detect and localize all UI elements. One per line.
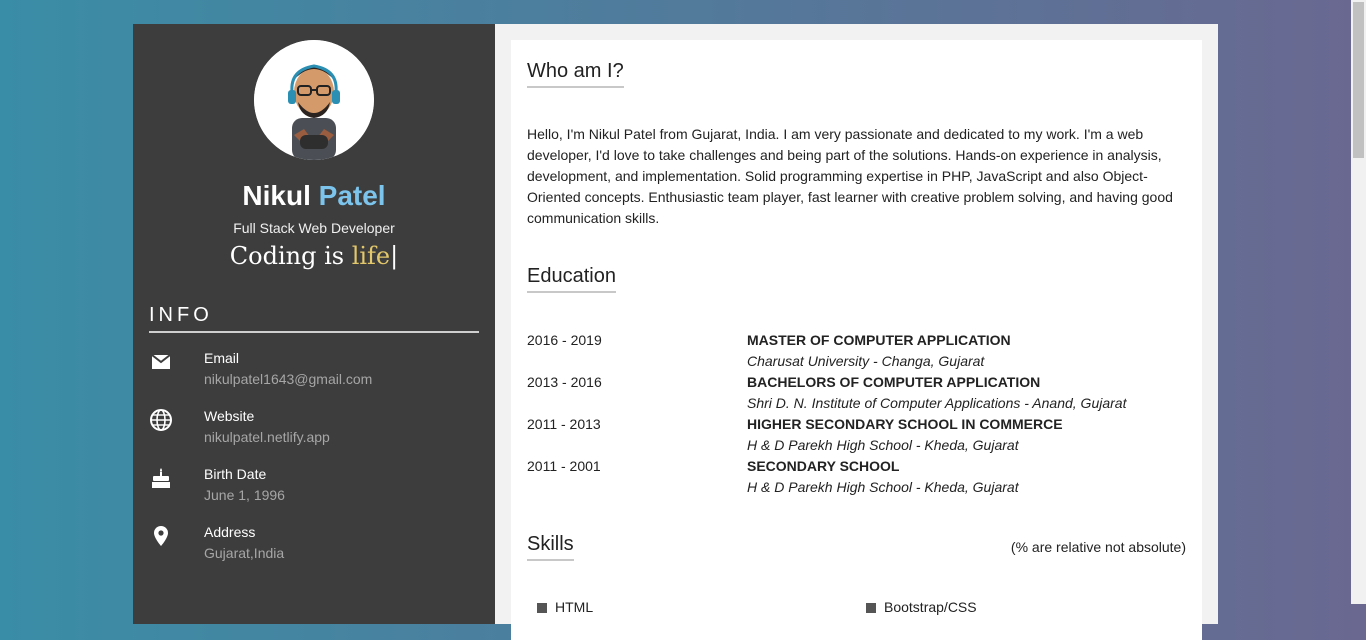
education-years: 2013 - 2016 xyxy=(527,374,602,390)
globe-icon xyxy=(150,409,172,431)
profile-role: Full Stack Web Developer xyxy=(233,220,395,236)
info-value: June 1, 1996 xyxy=(204,487,285,503)
info-item-email: Email nikulpatel1643@gmail.com xyxy=(149,348,479,392)
info-value[interactable]: nikulpatel1643@gmail.com xyxy=(204,371,372,387)
education-row: 2013 - 2016 BACHELORS OF COMPUTER APPLIC… xyxy=(527,374,1185,416)
skills-heading: Skills xyxy=(527,533,574,561)
resume-page: Nikul Patel Full Stack Web Developer Cod… xyxy=(133,24,1218,640)
education-degree: HIGHER SECONDARY SCHOOL IN COMMERCE xyxy=(747,416,1063,432)
typed-prefix: Coding is xyxy=(229,242,352,270)
skill-label: HTML xyxy=(555,599,594,615)
skill-item: Bootstrap/CSS xyxy=(866,599,977,615)
cake-icon xyxy=(152,468,170,488)
education-degree: MASTER OF COMPUTER APPLICATION xyxy=(747,332,1011,348)
education-row: 2011 - 2013 HIGHER SECONDARY SCHOOL IN C… xyxy=(527,416,1185,458)
education-years: 2011 - 2001 xyxy=(527,458,601,474)
skill-marker-icon xyxy=(866,603,876,614)
main-content: Who am I? Hello, I'm Nikul Patel from Gu… xyxy=(511,40,1202,640)
info-label: Birth Date xyxy=(204,466,267,482)
education-row: 2011 - 2001 SECONDARY SCHOOL H & D Parek… xyxy=(527,458,1185,500)
info-heading: INFO xyxy=(149,304,479,333)
info-value[interactable]: nikulpatel.netlify.app xyxy=(204,429,330,445)
education-school: H & D Parekh High School - Kheda, Gujara… xyxy=(747,437,1019,453)
email-icon xyxy=(151,354,171,369)
education-heading: Education xyxy=(527,265,616,293)
info-item-birth-date: Birth Date June 1, 1996 xyxy=(149,464,479,508)
info-item-website: Website nikulpatel.netlify.app xyxy=(149,406,479,450)
profile-name: Nikul Patel xyxy=(133,180,495,212)
info-label: Email xyxy=(204,350,240,366)
education-degree: SECONDARY SCHOOL xyxy=(747,458,900,474)
education-years: 2016 - 2019 xyxy=(527,332,602,348)
typed-tagline: Coding is life| xyxy=(133,242,495,270)
about-heading: Who am I? xyxy=(527,60,624,88)
skill-item: HTML xyxy=(537,599,593,615)
education-school: H & D Parekh High School - Kheda, Gujara… xyxy=(747,479,1019,495)
skill-label: Bootstrap/CSS xyxy=(884,599,977,615)
typing-cursor: | xyxy=(390,242,399,270)
location-pin-icon xyxy=(154,526,168,546)
info-label: Address xyxy=(204,524,256,540)
typed-word: life xyxy=(351,242,391,270)
education-degree: BACHELORS OF COMPUTER APPLICATION xyxy=(747,374,1041,390)
education-years: 2011 - 2013 xyxy=(527,416,601,432)
education-school: Charusat University - Changa, Gujarat xyxy=(747,353,985,369)
about-text: Hello, I'm Nikul Patel from Gujarat, Ind… xyxy=(527,126,1173,226)
info-item-address: Address Gujarat,India xyxy=(149,522,479,566)
skills-note: (% are relative not absolute) xyxy=(1010,539,1186,555)
page-scrollbar[interactable] xyxy=(1351,0,1366,604)
sidebar: Nikul Patel Full Stack Web Developer Cod… xyxy=(133,24,495,624)
education-row: 2016 - 2019 MASTER OF COMPUTER APPLICATI… xyxy=(527,332,1185,374)
last-name: Patel xyxy=(318,180,386,211)
info-label: Website xyxy=(204,408,255,424)
first-name: Nikul xyxy=(242,180,311,211)
avatar xyxy=(254,40,374,160)
scrollbar-thumb[interactable] xyxy=(1353,2,1364,158)
education-school: Shri D. N. Institute of Computer Applica… xyxy=(747,395,1127,411)
info-value: Gujarat,India xyxy=(204,545,285,561)
skill-marker-icon xyxy=(537,603,547,614)
